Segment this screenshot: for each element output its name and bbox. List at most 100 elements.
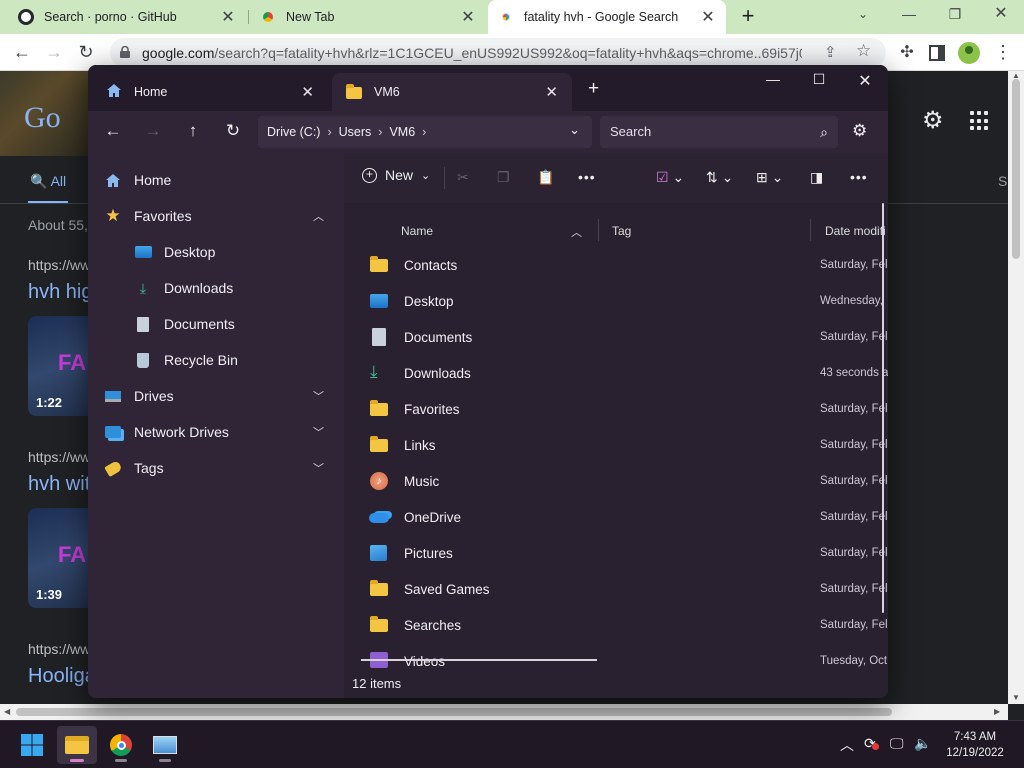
start-button[interactable] [12,726,52,764]
taskbar-chrome[interactable] [101,726,141,764]
breadcrumb-item[interactable]: VM6 [389,125,415,139]
more-options-icon[interactable]: ••• [578,169,596,185]
column-header-date-modified[interactable]: Date modifi [825,224,886,238]
up-arrow-icon[interactable]: ↑ [182,121,204,141]
browser-tab-google-search[interactable]: fatality hvh - Google Search ✕ [488,0,726,34]
scrollbar-thumb[interactable] [16,708,892,716]
maximize-icon[interactable]: ☐ [804,71,834,88]
result-title-link[interactable]: hvh wit [28,473,90,496]
file-row[interactable]: Documents Saturday, Fel [344,320,888,356]
sidebar-item-tags[interactable]: Tags ﹀ [88,451,344,485]
chevron-up-icon[interactable]: ︿ [840,735,854,755]
refresh-icon[interactable]: ↻ [222,121,244,141]
system-clock[interactable]: 7:43 AM 12/19/2022 [940,729,1010,761]
file-row[interactable]: Saved Games Saturday, Fel [344,572,888,608]
profile-avatar[interactable] [958,42,980,64]
extensions-puzzle-icon[interactable]: ✣ [894,40,920,66]
copy-icon[interactable]: ❐ [497,169,510,186]
tab-partial[interactable]: S [998,173,1007,189]
close-icon[interactable]: ✕ [220,7,236,27]
forward-arrow-icon[interactable]: → [142,121,164,141]
more-options-icon[interactable]: ••• [850,169,868,185]
scroll-right-arrow-icon[interactable]: ▶ [994,707,1000,716]
sidebar-item-home[interactable]: Home [88,163,344,197]
file-row[interactable]: Contacts Saturday, Fel [344,248,888,284]
breadcrumb-item[interactable]: Drive (C:) [267,125,320,139]
chevron-down-icon[interactable]: ﹀ [313,424,324,440]
breadcrumb-item[interactable]: Users [339,125,372,139]
browser-tab-new-tab[interactable]: New Tab ✕ [250,0,486,34]
taskbar-file-explorer[interactable] [57,726,97,764]
scroll-left-arrow-icon[interactable]: ◀ [4,707,10,716]
file-list-horizontal-scrollbar[interactable] [361,659,597,661]
network-icon[interactable]: 🖵 [890,735,904,752]
settings-gear-icon[interactable]: ⚙ [852,121,867,141]
back-arrow-icon[interactable]: ← [102,121,124,141]
chevron-down-icon[interactable]: ⌄ [569,122,580,138]
breadcrumb[interactable]: Drive (C:) › Users › VM6 › ⌄ [258,116,592,148]
google-apps-icon[interactable] [970,111,990,131]
sidebar-item-documents[interactable]: Documents [88,307,344,341]
close-window-icon[interactable]: ✕ [978,0,1024,30]
file-row[interactable]: Desktop Wednesday, [344,284,888,320]
file-row[interactable]: Pictures Saturday, Fel [344,536,888,572]
minimize-icon[interactable]: — [758,71,788,87]
close-icon[interactable]: ✕ [460,7,476,27]
taskbar-image-app[interactable] [145,726,185,764]
file-row[interactable]: ⤓ Downloads 43 seconds a [344,356,888,392]
tab-search-icon[interactable]: ⌄ [840,0,886,30]
sidebar-item-downloads[interactable]: ⤓ Downloads [88,271,344,305]
new-tab-button[interactable]: + [736,5,760,29]
column-header-tag[interactable]: Tag [612,224,631,238]
sort-ascending-icon[interactable]: ︿ [571,224,582,240]
sidebar-item-favorites[interactable]: ★ Favorites ︿ [88,199,344,233]
sidebar-item-recycle-bin[interactable]: Recycle Bin [88,343,344,377]
file-row[interactable]: Favorites Saturday, Fel [344,392,888,428]
view-layout-icon[interactable]: ⊞ ⌄ [756,169,783,186]
cut-icon[interactable]: ✂ [457,169,469,186]
explorer-new-tab-button[interactable]: + [588,78,599,100]
column-header-name[interactable]: Name [401,224,433,238]
paste-icon[interactable]: 📋 [537,169,554,186]
search-input[interactable]: Search ⌕ [600,116,838,148]
scrollbar-thumb[interactable] [1012,79,1020,259]
explorer-tab-vm6[interactable]: VM6 ✕ [332,73,572,111]
page-horizontal-scrollbar[interactable]: ◀ ▶ [0,704,1008,720]
url-text[interactable]: google.com/search?q=fatality+hvh&rlz=1C1… [142,45,802,61]
close-icon[interactable]: ✕ [545,83,558,101]
side-panel-icon[interactable] [924,40,950,66]
close-icon[interactable]: ✕ [700,7,716,27]
menu-kebab-icon[interactable]: ⋮ [990,40,1016,66]
bookmark-star-icon[interactable]: ☆ [856,41,871,61]
close-icon[interactable]: ✕ [301,83,314,101]
sidebar-item-drives[interactable]: Drives ﹀ [88,379,344,413]
explorer-tab-home[interactable]: Home ✕ [92,73,328,111]
tab-all[interactable]: 🔍 All [27,173,69,204]
result-title-link[interactable]: Hooliga [28,665,96,688]
close-window-icon[interactable]: ✕ [850,71,880,91]
minimize-icon[interactable]: — [886,0,932,30]
volume-icon[interactable]: 🔈 [914,735,931,752]
sidebar-item-desktop[interactable]: Desktop [88,235,344,269]
column-divider[interactable] [598,219,599,241]
back-arrow-icon[interactable]: ← [9,40,35,66]
file-row[interactable]: Links Saturday, Fel [344,428,888,464]
scroll-down-arrow-icon[interactable]: ▼ [1012,693,1020,702]
forward-arrow-icon[interactable]: → [41,40,67,66]
sidebar-item-network-drives[interactable]: Network Drives ﹀ [88,415,344,449]
browser-tab-github[interactable]: Search · porno · GitHub ✕ [8,0,246,34]
preview-pane-icon[interactable]: ◨ [810,169,823,186]
page-vertical-scrollbar[interactable]: ▲ ▼ [1008,71,1024,704]
file-row[interactable]: ♪ Music Saturday, Fel [344,464,888,500]
select-checkbox-icon[interactable]: ☑ ⌄ [656,169,684,186]
chevron-down-icon[interactable]: ﹀ [313,460,324,476]
share-icon[interactable]: ⇪ [824,43,837,61]
address-bar[interactable]: google.com/search?q=fatality+hvh&rlz=1C1… [110,38,886,67]
settings-gear-icon[interactable]: ⚙ [922,109,948,135]
column-divider[interactable] [810,219,811,241]
new-button[interactable]: + New ⌄ [362,167,430,183]
result-title-link[interactable]: hvh hig [28,281,93,304]
restore-icon[interactable]: ❐ [932,0,978,30]
reload-icon[interactable]: ↻ [73,40,99,66]
file-list-vertical-scrollbar[interactable] [882,203,884,613]
